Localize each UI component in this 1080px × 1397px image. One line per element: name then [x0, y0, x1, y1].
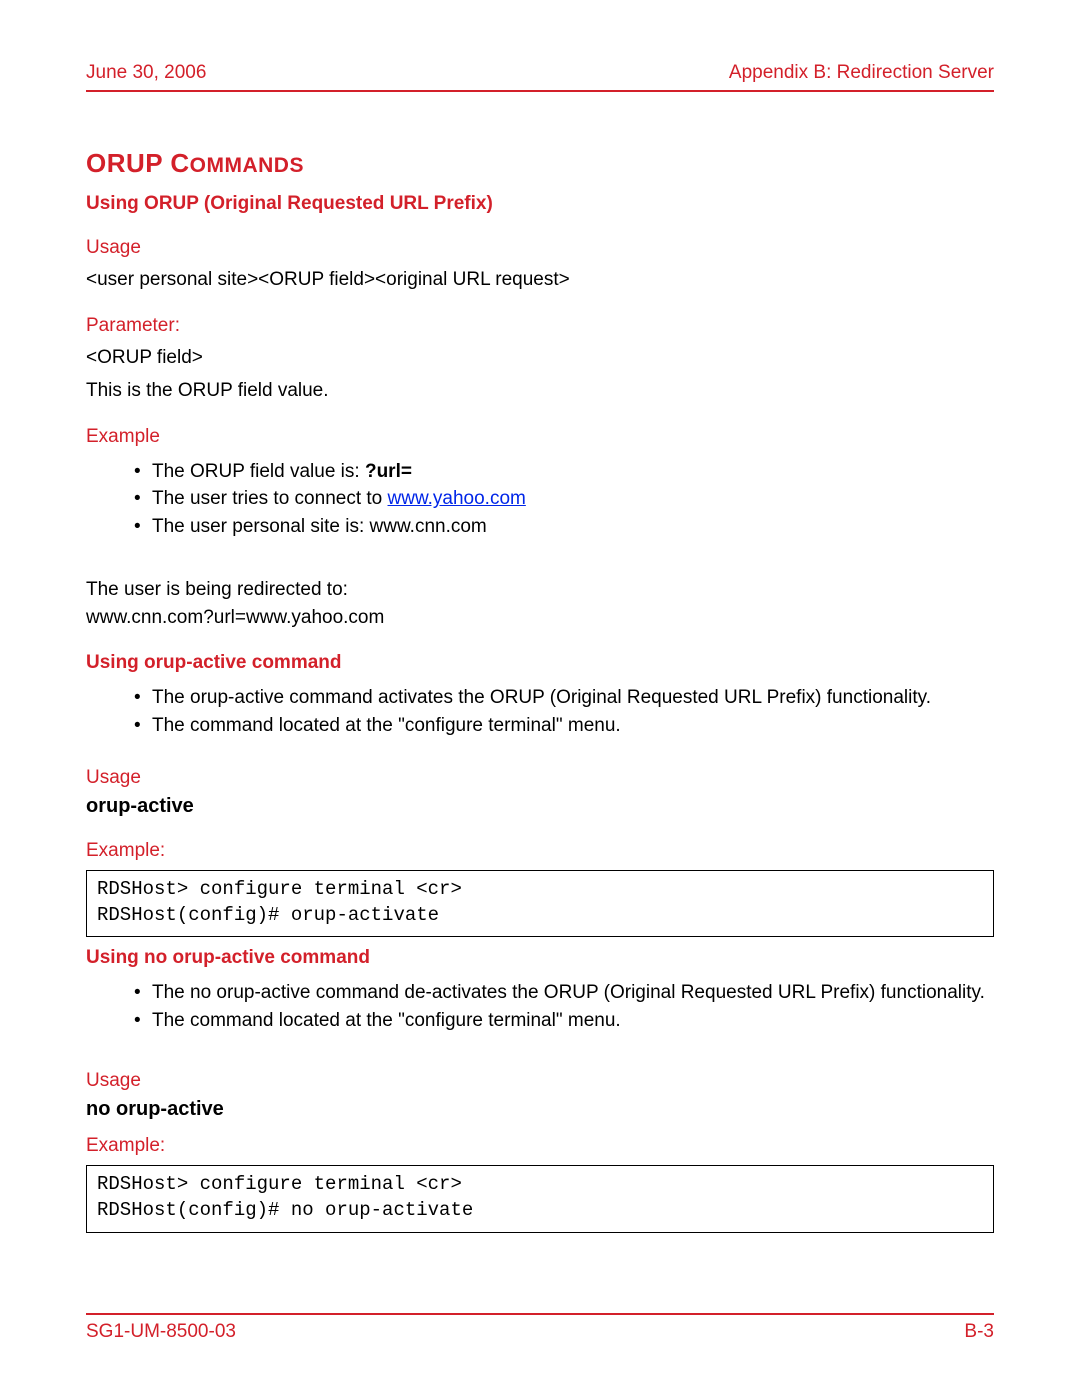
- section-title: ORUP COMMANDS: [86, 148, 994, 179]
- code-box-1: RDSHost> configure terminal <cr> RDSHost…: [86, 870, 994, 937]
- redirect-line-2: www.cnn.com?url=www.yahoo.com: [86, 606, 994, 630]
- header-date: June 30, 2006: [86, 62, 206, 84]
- usage-label-1: Usage: [86, 237, 994, 259]
- usage-label-2: Usage: [86, 767, 994, 789]
- list-item: The command located at the "configure te…: [134, 1007, 994, 1035]
- bold-text: ?url=: [365, 461, 412, 482]
- parameter-label: Parameter:: [86, 315, 994, 337]
- list-item: The ORUP field value is: ?url=: [134, 458, 994, 486]
- list-item: The command located at the "configure te…: [134, 712, 994, 740]
- redirect-line-1: The user is being redirected to:: [86, 577, 994, 603]
- subheading-using-orup: Using ORUP (Original Requested URL Prefi…: [86, 193, 994, 215]
- subheading-no-orup-active: Using no orup-active command: [86, 947, 994, 969]
- title-main: ORUP C: [86, 148, 190, 178]
- text: The command located at the "configure te…: [152, 715, 621, 736]
- subheading-orup-active: Using orup-active command: [86, 652, 994, 674]
- list-item: The orup-active command activates the OR…: [134, 684, 994, 712]
- yahoo-link[interactable]: www.yahoo.com: [388, 488, 526, 509]
- text: The no orup-active command de-activates …: [152, 982, 985, 1003]
- footer-rule: [86, 1313, 994, 1315]
- header-rule: [86, 90, 994, 92]
- list-item: The no orup-active command de-activates …: [134, 979, 994, 1007]
- example-label-1: Example: [86, 426, 994, 448]
- example-label-2: Example:: [86, 840, 994, 862]
- page-footer: SG1-UM-8500-03 B-3: [86, 1313, 994, 1343]
- header-appendix: Appendix B: Redirection Server: [729, 62, 994, 84]
- parameter-name: <ORUP field>: [86, 345, 994, 371]
- parameter-desc: This is the ORUP field value.: [86, 378, 994, 404]
- page-header: June 30, 2006 Appendix B: Redirection Se…: [86, 62, 994, 84]
- text: The command located at the "configure te…: [152, 1010, 621, 1031]
- list-item: The user personal site is: www.cnn.com: [134, 513, 994, 541]
- code-box-2: RDSHost> configure terminal <cr> RDSHost…: [86, 1165, 994, 1232]
- text: The ORUP field value is:: [152, 461, 365, 482]
- example-label-3: Example:: [86, 1135, 994, 1157]
- title-rest: OMMANDS: [190, 154, 304, 177]
- footer-page-num: B-3: [964, 1321, 994, 1343]
- usage-label-3: Usage: [86, 1070, 994, 1092]
- cmd-no-orup-active: no orup-active: [86, 1098, 994, 1121]
- text: The user tries to connect to: [152, 488, 388, 509]
- orup-active-list: The orup-active command activates the OR…: [86, 684, 994, 739]
- example-list-1: The ORUP field value is: ?url= The user …: [86, 458, 994, 541]
- text: The orup-active command activates the OR…: [152, 687, 931, 708]
- no-orup-active-list: The no orup-active command de-activates …: [86, 979, 994, 1034]
- cmd-orup-active: orup-active: [86, 795, 994, 818]
- list-item: The user tries to connect to www.yahoo.c…: [134, 485, 994, 513]
- footer-doc-id: SG1-UM-8500-03: [86, 1321, 236, 1343]
- usage-text-1: <user personal site><ORUP field><origina…: [86, 267, 994, 293]
- page: June 30, 2006 Appendix B: Redirection Se…: [0, 0, 1080, 1397]
- text: The user personal site is: www.cnn.com: [152, 516, 487, 537]
